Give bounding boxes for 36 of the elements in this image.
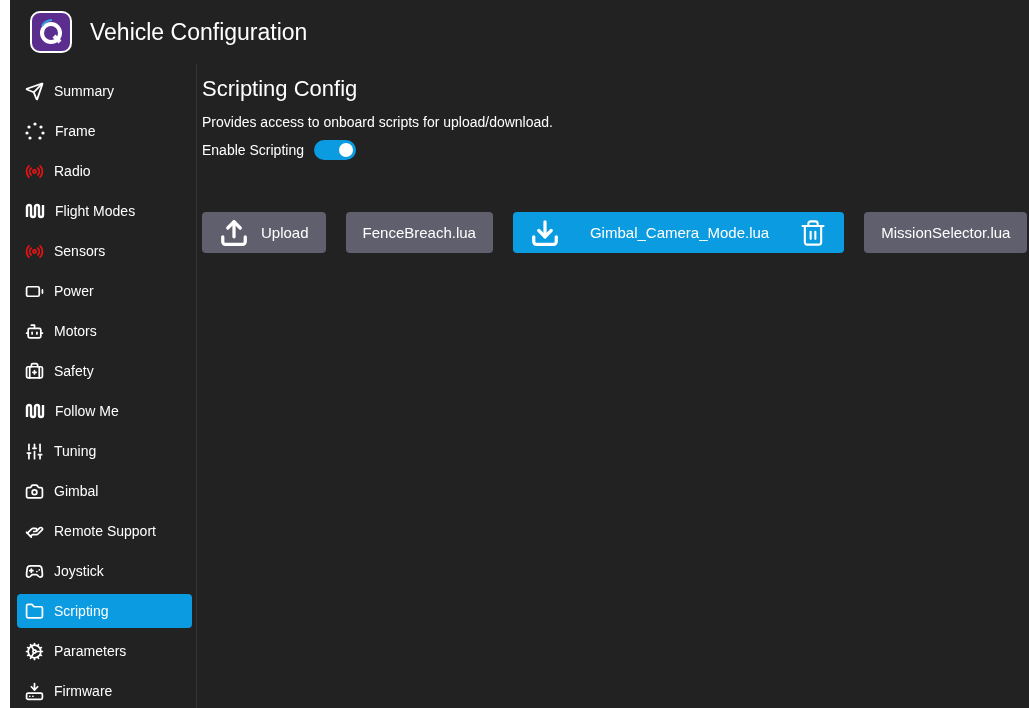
wave-icon — [25, 403, 45, 419]
enable-scripting-toggle[interactable] — [313, 140, 356, 160]
sidebar-item[interactable]: Firmware — [17, 674, 192, 708]
download-icon — [529, 217, 560, 248]
sidebar-item[interactable]: Gimbal — [17, 474, 192, 508]
sidebar-item[interactable]: Power — [17, 274, 192, 308]
sliders-icon — [25, 441, 44, 461]
gear-icon — [25, 641, 44, 661]
sidebar-item[interactable]: Radio — [17, 154, 192, 188]
sidebar-item[interactable]: Parameters — [17, 634, 192, 668]
sidebar-item[interactable]: Frame — [17, 114, 192, 148]
page-description: Provides access to onboard scripts for upload/download. — [202, 114, 554, 130]
sidebar-item[interactable]: Follow Me — [17, 394, 192, 428]
sidebar-item[interactable]: Summary — [17, 74, 192, 108]
sidebar-item[interactable]: Tuning — [17, 434, 192, 468]
camera-icon — [25, 481, 44, 501]
upload-icon — [219, 217, 249, 248]
script-button[interactable]: FenceBreach.lua — [345, 212, 493, 253]
sidebar-item[interactable]: Sensors — [17, 234, 192, 268]
wave-icon — [25, 203, 45, 219]
sidebar-item[interactable]: Flight Modes — [17, 194, 192, 228]
plane-icon — [25, 81, 44, 101]
page-title: Scripting Config — [202, 76, 359, 102]
dots-icon — [25, 122, 45, 140]
sidebar-item[interactable]: Remote Support — [17, 514, 192, 548]
app-logo — [30, 11, 72, 53]
download-icon — [25, 681, 44, 701]
sidebar-item[interactable]: Joystick — [17, 554, 192, 588]
sidebar-item[interactable]: Safety — [17, 354, 192, 388]
upload-button[interactable]: Upload — [202, 212, 326, 253]
folder-icon — [25, 601, 44, 621]
sidebar-item[interactable]: Motors — [17, 314, 192, 348]
medkit-icon — [25, 361, 44, 381]
toggle-label: Enable Scripting — [202, 142, 304, 158]
window-title: Vehicle Configuration — [90, 18, 308, 46]
script-button[interactable]: MissionSelector.lua — [864, 212, 1028, 253]
